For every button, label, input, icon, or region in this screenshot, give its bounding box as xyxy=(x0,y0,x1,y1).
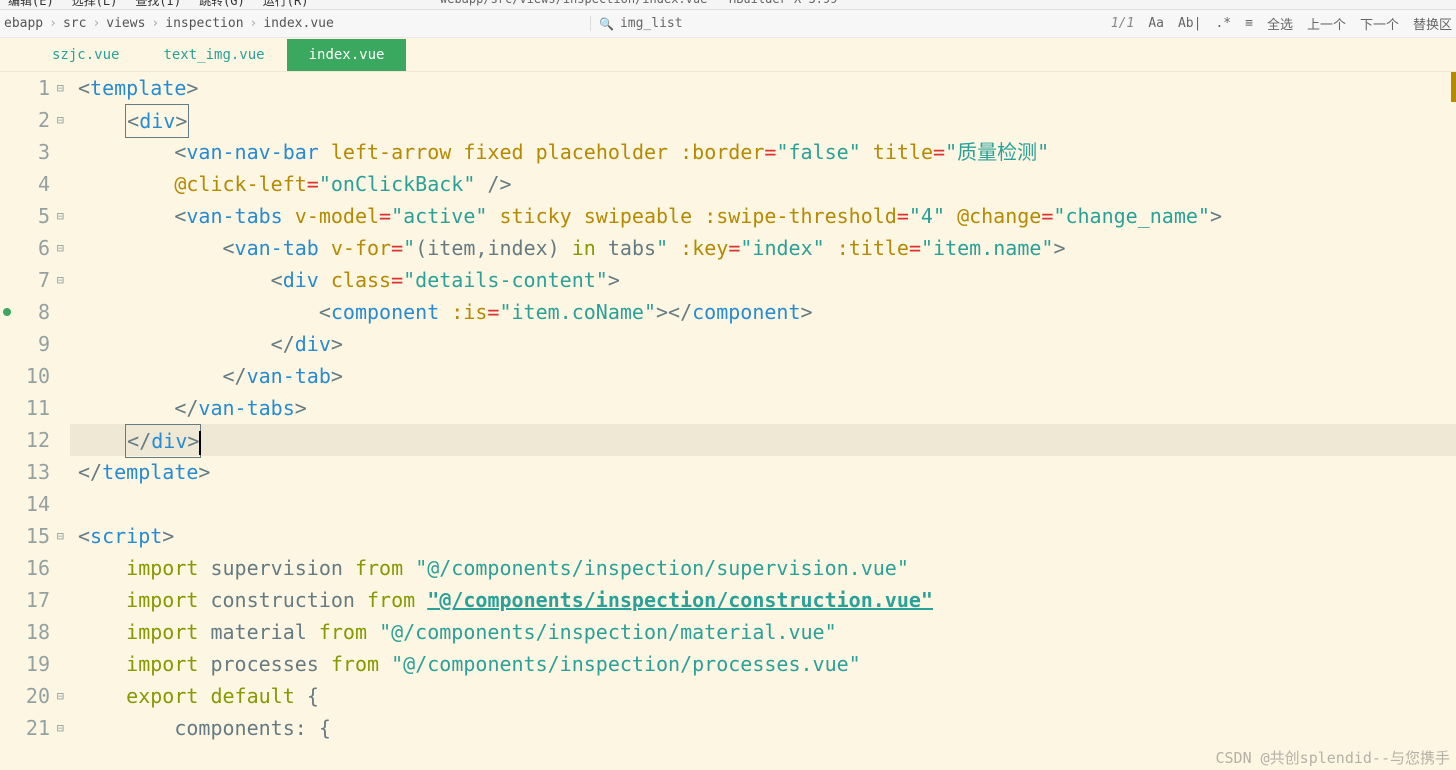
tab-index[interactable]: index.vue xyxy=(287,39,407,71)
breadcrumb-item[interactable]: index.vue xyxy=(263,16,333,31)
window-title: webapp/src/views/inspection/index.vue - … xyxy=(440,0,837,6)
gutter: 1⊟2⊟345⊟6⊟7⊟89101112131415⊟1617181920⊟21… xyxy=(14,72,70,770)
scrollbar-indicator[interactable] xyxy=(1451,72,1456,102)
breadcrumb-item[interactable]: src xyxy=(63,16,86,31)
select-all-button[interactable]: 全选 xyxy=(1267,14,1293,33)
tab-text-img[interactable]: text_img.vue xyxy=(141,39,286,71)
breadcrumb: ebapp› src› views› inspection› index.vue xyxy=(4,16,334,31)
word-toggle[interactable]: Ab| xyxy=(1178,16,1201,31)
tab-szjc[interactable]: szjc.vue xyxy=(30,39,141,71)
menu-item[interactable]: 运行(R) xyxy=(263,0,309,9)
replace-button[interactable]: 替换区 xyxy=(1413,14,1452,33)
menu-item[interactable]: 查找(I) xyxy=(135,0,181,9)
menu-item[interactable]: 选择(L) xyxy=(72,0,118,9)
search-icon: 🔍 xyxy=(599,17,614,31)
match-count: 1/1 xyxy=(1111,16,1134,31)
marker-column xyxy=(0,72,14,770)
menu-item[interactable]: 编辑(E) xyxy=(8,0,54,9)
search-input[interactable]: img_list xyxy=(620,16,683,31)
case-toggle[interactable]: Aa xyxy=(1148,16,1164,31)
search-options: 1/1 Aa Ab| .* ≡ 全选 上一个 下一个 替换区 xyxy=(1111,14,1452,33)
toolbar: ebapp› src› views› inspection› index.vue… xyxy=(0,10,1456,38)
editor-tabs: szjc.vue text_img.vue index.vue xyxy=(0,38,1456,72)
regex-toggle[interactable]: .* xyxy=(1215,16,1231,31)
menu-item[interactable]: 跳转(G) xyxy=(199,0,245,9)
breadcrumb-item[interactable]: inspection xyxy=(165,16,243,31)
editor[interactable]: 1⊟2⊟345⊟6⊟7⊟89101112131415⊟1617181920⊟21… xyxy=(0,72,1456,770)
next-button[interactable]: 下一个 xyxy=(1360,14,1399,33)
breadcrumb-item[interactable]: ebapp xyxy=(4,16,43,31)
breadcrumb-item[interactable]: views xyxy=(106,16,145,31)
lines-icon[interactable]: ≡ xyxy=(1245,16,1253,31)
code-area[interactable]: <template> <div> <van-nav-bar left-arrow… xyxy=(70,72,1456,770)
prev-button[interactable]: 上一个 xyxy=(1307,14,1346,33)
search-box[interactable]: 🔍 img_list xyxy=(590,16,683,31)
